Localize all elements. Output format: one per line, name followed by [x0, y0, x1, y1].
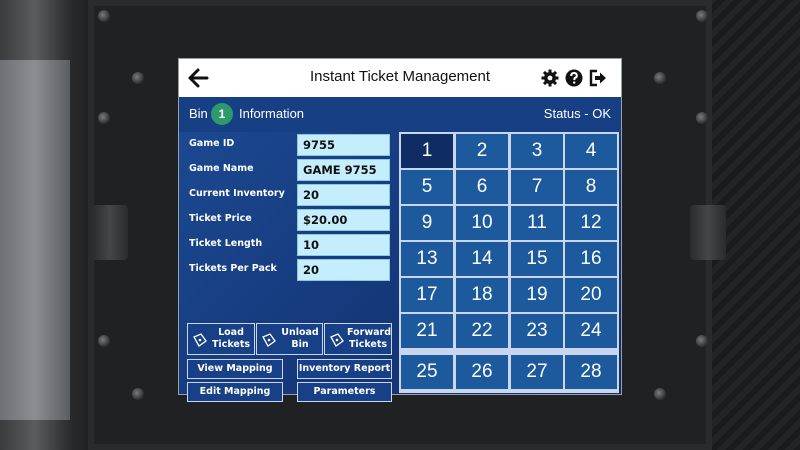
bin-button-3[interactable]: 3 — [511, 134, 563, 168]
bin-button-19[interactable]: 19 — [511, 278, 563, 312]
unload-bin-label: Unload Bin — [281, 327, 319, 350]
field-game-name: Game Name GAME 9755 — [187, 159, 392, 181]
information-label: Information — [239, 106, 305, 121]
gear-icon[interactable] — [541, 69, 559, 87]
field-label: Ticket Price — [189, 213, 252, 224]
forward-tickets-button[interactable]: Forward Tickets — [324, 323, 392, 355]
screw — [696, 112, 708, 124]
mount-bracket — [92, 205, 128, 260]
bin-button-11[interactable]: 11 — [511, 206, 563, 240]
bin-grid: 1 2 3 4 5 6 7 8 9 10 11 12 13 14 15 16 1… — [399, 132, 619, 353]
screw — [696, 10, 708, 22]
bin-button-10[interactable]: 10 — [456, 206, 508, 240]
load-tickets-label: Load Tickets — [211, 327, 251, 350]
screw — [696, 335, 708, 347]
field-label: Ticket Length — [189, 238, 263, 249]
ticket-icon — [262, 333, 276, 347]
field-label: Tickets Per Pack — [189, 263, 277, 274]
bin-button-25[interactable]: 25 — [401, 355, 453, 389]
field-tickets-per-pack: Tickets Per Pack 20 — [187, 259, 392, 281]
status-text: Status - OK — [543, 106, 611, 121]
field-label: Game Name — [189, 163, 254, 174]
field-label: Current Inventory — [189, 188, 285, 199]
field-value: 20 — [297, 184, 390, 206]
edit-mapping-button[interactable]: Edit Mapping — [187, 382, 283, 402]
screw — [132, 388, 144, 400]
field-ticket-price: Ticket Price $20.00 — [187, 209, 392, 231]
logout-icon[interactable] — [589, 69, 607, 87]
bin-button-4[interactable]: 4 — [565, 134, 617, 168]
load-tickets-button[interactable]: Load Tickets — [187, 323, 255, 355]
bin-button-5[interactable]: 5 — [401, 170, 453, 204]
bin-button-22[interactable]: 22 — [456, 314, 508, 348]
screw — [98, 112, 110, 124]
bin-button-28[interactable]: 28 — [565, 355, 617, 389]
screw — [654, 388, 666, 400]
bin-button-21[interactable]: 21 — [401, 314, 453, 348]
mount-rail — [0, 60, 70, 420]
field-game-id: Game ID 9755 — [187, 134, 392, 156]
screw — [98, 10, 110, 22]
screw — [132, 72, 144, 84]
bin-button-16[interactable]: 16 — [565, 242, 617, 276]
bin-button-23[interactable]: 23 — [511, 314, 563, 348]
ticket-icon — [193, 333, 207, 347]
field-value: 20 — [297, 259, 390, 281]
bin-button-17[interactable]: 17 — [401, 278, 453, 312]
bin-button-15[interactable]: 15 — [511, 242, 563, 276]
field-value: GAME 9755 — [297, 159, 390, 181]
bin-button-6[interactable]: 6 — [456, 170, 508, 204]
bin-grid-bottom-row: 25 26 27 28 — [399, 353, 619, 393]
bin-button-18[interactable]: 18 — [456, 278, 508, 312]
bin-button-9[interactable]: 9 — [401, 206, 453, 240]
view-mapping-button[interactable]: View Mapping — [187, 359, 283, 379]
unload-bin-button[interactable]: Unload Bin — [256, 323, 323, 355]
bin-button-26[interactable]: 26 — [456, 355, 508, 389]
question-icon[interactable] — [565, 69, 583, 87]
title-bar: Instant Ticket Management — [179, 59, 621, 98]
field-value: 9755 — [297, 134, 390, 156]
forward-tickets-label: Forward Tickets — [347, 327, 391, 350]
field-label: Game ID — [189, 138, 235, 149]
bin-button-14[interactable]: 14 — [456, 242, 508, 276]
bin-button-12[interactable]: 12 — [565, 206, 617, 240]
screw — [98, 335, 110, 347]
bin-button-7[interactable]: 7 — [511, 170, 563, 204]
bin-number-badge: 1 — [211, 103, 233, 125]
field-value: $20.00 — [297, 209, 390, 231]
bin-button-8[interactable]: 8 — [565, 170, 617, 204]
inventory-report-button[interactable]: Inventory Report — [297, 359, 392, 379]
parameters-button[interactable]: Parameters — [297, 382, 392, 402]
field-current-inventory: Current Inventory 20 — [187, 184, 392, 206]
touch-screen: Instant Ticket Management Bin 1 Informat… — [178, 58, 622, 402]
bin-button-13[interactable]: 13 — [401, 242, 453, 276]
device-frame-left — [0, 0, 100, 450]
page-title: Instant Ticket Management — [309, 68, 491, 85]
ticket-icon — [330, 333, 344, 347]
bin-button-27[interactable]: 27 — [511, 355, 563, 389]
field-ticket-length: Ticket Length 10 — [187, 234, 392, 256]
bin-button-20[interactable]: 20 — [565, 278, 617, 312]
bin-button-1[interactable]: 1 — [401, 134, 453, 168]
screw — [654, 72, 666, 84]
field-value: 10 — [297, 234, 390, 256]
bin-info-bar: Bin 1 Information Status - OK — [179, 97, 621, 132]
bin-button-2[interactable]: 2 — [456, 134, 508, 168]
mount-bracket — [690, 205, 726, 260]
bin-button-24[interactable]: 24 — [565, 314, 617, 348]
bin-label: Bin — [189, 106, 208, 121]
arrow-left-icon[interactable] — [187, 67, 209, 89]
